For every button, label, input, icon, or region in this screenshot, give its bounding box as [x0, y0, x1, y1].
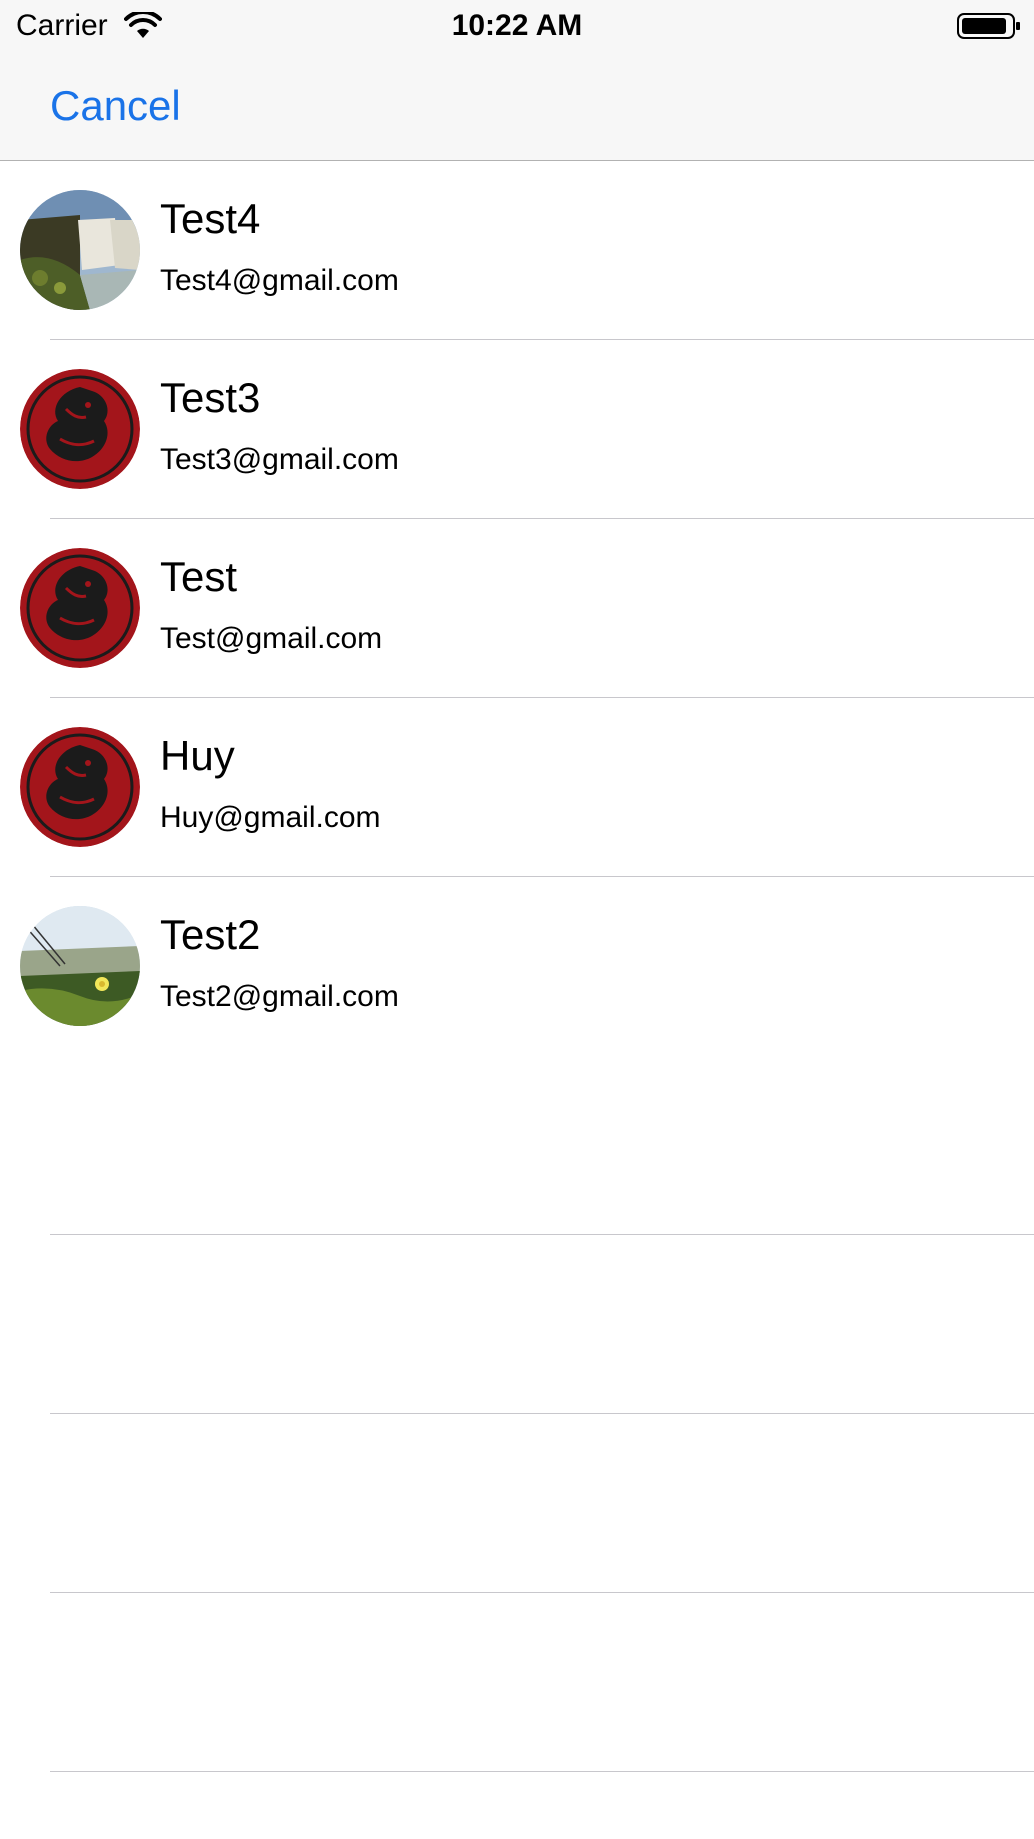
empty-row	[0, 1414, 1034, 1593]
empty-row	[0, 1235, 1034, 1414]
contact-email: Huy@gmail.com	[160, 801, 381, 834]
contact-name: Test	[160, 553, 238, 600]
avatar	[20, 727, 140, 847]
contact-row[interactable]: Test2 Test2@gmail.com	[0, 877, 1034, 1056]
avatar	[20, 548, 140, 668]
avatar	[20, 369, 140, 489]
flower-field-photo-icon	[20, 906, 140, 1026]
empty-row	[0, 1056, 1034, 1235]
contact-name: Test2	[160, 911, 261, 958]
empty-row	[0, 1593, 1034, 1772]
contact-name: Test4	[160, 195, 261, 242]
waterfall-photo-icon	[20, 190, 140, 310]
contact-name: Test3	[160, 374, 261, 421]
contact-email: Test@gmail.com	[160, 622, 383, 655]
avatar	[20, 190, 140, 310]
contact-row[interactable]: Test3 Test3@gmail.com	[0, 340, 1034, 519]
contact-row[interactable]: Test Test@gmail.com	[0, 519, 1034, 698]
dragon-sigil-icon	[20, 727, 140, 847]
dragon-sigil-icon	[20, 548, 140, 668]
contact-row[interactable]: Test4 Test4@gmail.com	[0, 161, 1034, 340]
avatar	[20, 906, 140, 1026]
contact-email: Test4@gmail.com	[160, 264, 399, 297]
status-time: 10:22 AM	[451, 9, 583, 42]
navigation-bar: Carrier 10:22 AM Cancel	[0, 0, 1034, 161]
contact-email: Test3@gmail.com	[160, 443, 399, 476]
dragon-sigil-icon	[20, 369, 140, 489]
contact-list: Test4 Test4@gmail.com Test3 Test3@gmail.…	[0, 161, 1034, 1772]
contact-email: Test2@gmail.com	[160, 980, 399, 1013]
contact-row[interactable]: Huy Huy@gmail.com	[0, 698, 1034, 877]
contact-name: Huy	[160, 732, 235, 779]
cancel-button[interactable]: Cancel	[50, 82, 181, 130]
battery-icon	[957, 13, 1020, 39]
row-separator	[50, 1771, 1034, 1772]
